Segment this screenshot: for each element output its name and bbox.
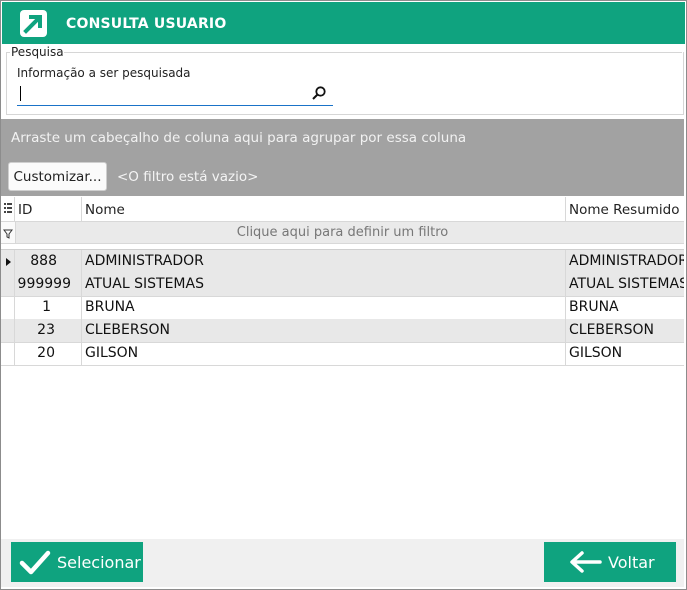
back-button[interactable]: Voltar: [544, 542, 676, 582]
search-input[interactable]: [17, 82, 333, 106]
search-icon[interactable]: [311, 85, 327, 101]
cell-nome[interactable]: ATUAL SISTEMAS: [82, 273, 566, 296]
cell-id[interactable]: 20: [15, 342, 82, 365]
table-row[interactable]: 999999 ATUAL SISTEMAS ATUAL SISTEMAS: [1, 273, 684, 297]
filter-status[interactable]: <O filtro está vazio>: [117, 169, 258, 185]
table-row[interactable]: 1 BRUNA BRUNA: [1, 296, 684, 320]
window-title: CONSULTA USUARIO: [66, 16, 227, 32]
column-header-nome-resumido[interactable]: Nome Resumido: [566, 197, 684, 221]
text-cursor: [20, 86, 21, 101]
cell-nome-resumido[interactable]: BRUNA: [566, 296, 684, 319]
cell-nome[interactable]: GILSON: [82, 342, 566, 365]
cell-nome[interactable]: ADMINISTRADOR: [82, 250, 566, 273]
checkmark-icon: [19, 550, 51, 575]
search-group-label: Pesquisa: [11, 45, 64, 59]
cell-nome-resumido[interactable]: CLEBERSON: [566, 319, 684, 342]
title-bar: CONSULTA USUARIO: [2, 2, 685, 44]
footer-bar: Selecionar Voltar: [1, 539, 684, 587]
column-header-nome[interactable]: Nome: [82, 197, 566, 221]
back-button-label: Voltar: [608, 552, 655, 572]
table-row[interactable]: 20 GILSON GILSON: [1, 342, 684, 366]
app-logo-icon: [20, 10, 47, 37]
cell-nome-resumido[interactable]: ATUAL SISTEMAS: [566, 273, 684, 296]
auto-filter-row[interactable]: Clique aqui para definir um filtro: [1, 222, 684, 244]
grid-header: ID Nome Nome Resumido: [1, 197, 684, 222]
arrow-left-icon: [570, 551, 602, 573]
column-chooser-icon[interactable]: [1, 197, 15, 221]
group-by-hint: Arraste um cabeçalho de coluna aqui para…: [11, 130, 467, 146]
cell-id[interactable]: 999999: [15, 273, 82, 296]
table-row[interactable]: 888 ADMINISTRADOR ADMINISTRADOR: [1, 250, 684, 274]
filter-prompt[interactable]: Clique aqui para definir um filtro: [1, 225, 684, 240]
group-by-panel[interactable]: Arraste um cabeçalho de coluna aqui para…: [1, 119, 684, 196]
cell-nome-resumido[interactable]: GILSON: [566, 342, 684, 365]
customize-button[interactable]: Customizar...: [8, 162, 107, 191]
select-button-label: Selecionar: [57, 552, 141, 572]
select-button[interactable]: Selecionar: [11, 542, 143, 582]
column-header-id[interactable]: ID: [15, 197, 82, 221]
row-indicator-icon: [6, 258, 11, 266]
cell-nome[interactable]: BRUNA: [82, 296, 566, 319]
cell-nome[interactable]: CLEBERSON: [82, 319, 566, 342]
cell-id[interactable]: 23: [15, 319, 82, 342]
cell-nome-resumido[interactable]: ADMINISTRADOR: [566, 250, 684, 273]
cell-id[interactable]: 888: [15, 250, 82, 273]
search-field-label: Informação a ser pesquisada: [17, 66, 191, 80]
cell-id[interactable]: 1: [15, 296, 82, 319]
table-row[interactable]: 23 CLEBERSON CLEBERSON: [1, 319, 684, 343]
